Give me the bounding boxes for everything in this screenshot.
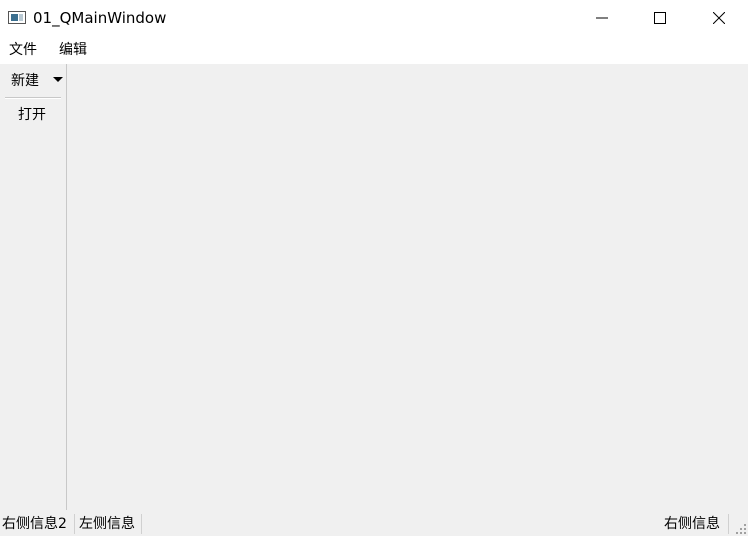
status-divider bbox=[74, 514, 75, 534]
new-tool-button[interactable]: 新建 bbox=[4, 68, 64, 94]
close-icon bbox=[713, 12, 725, 24]
menu-bar: 文件 编辑 bbox=[0, 36, 748, 64]
open-tool-button[interactable]: 打开 bbox=[4, 102, 62, 128]
app-window-icon bbox=[8, 11, 26, 24]
new-button-label: 新建 bbox=[11, 73, 39, 89]
window-title: 01_QMainWindow bbox=[33, 9, 167, 27]
status-right-info-2: 右侧信息2 bbox=[2, 516, 67, 532]
status-bar: 右侧信息2 左侧信息 右侧信息 bbox=[0, 512, 748, 536]
status-right-info: 右侧信息 bbox=[664, 516, 720, 532]
maximize-button[interactable] bbox=[631, 0, 689, 36]
status-divider bbox=[141, 514, 142, 534]
toolbar-separator bbox=[5, 97, 61, 99]
central-widget bbox=[67, 64, 748, 512]
menu-file[interactable]: 文件 bbox=[9, 41, 37, 59]
size-grip-icon[interactable] bbox=[735, 523, 747, 535]
status-left-info: 左侧信息 bbox=[79, 516, 135, 532]
maximize-icon bbox=[654, 12, 666, 24]
minimize-button[interactable] bbox=[573, 0, 631, 36]
close-button[interactable] bbox=[690, 0, 748, 36]
open-button-label: 打开 bbox=[18, 107, 46, 123]
title-bar: 01_QMainWindow bbox=[0, 0, 748, 36]
dropdown-arrow-icon[interactable] bbox=[53, 77, 63, 82]
status-divider bbox=[728, 514, 729, 534]
tool-bar: 新建 打开 bbox=[0, 64, 67, 510]
menu-edit[interactable]: 编辑 bbox=[59, 41, 87, 59]
minimize-icon bbox=[596, 17, 608, 19]
